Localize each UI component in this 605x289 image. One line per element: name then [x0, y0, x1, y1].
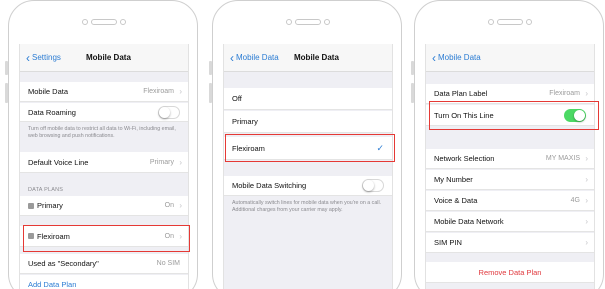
mobile-data-row[interactable]: Mobile Data Flexiroam ›: [20, 82, 188, 102]
camera-dot-icon: [286, 19, 292, 25]
chevron-right-icon: ›: [585, 196, 588, 205]
network-selection-row[interactable]: Network Selection MY MAXIS ›: [426, 149, 594, 169]
row-label: Data Roaming: [28, 107, 76, 117]
phone-frame-3: ‹ Mobile Data Data Plan Label Flexiroam …: [411, 0, 604, 289]
screen: ‹ Mobile Data Data Plan Label Flexiroam …: [425, 44, 595, 289]
navigation-bar: ‹ Settings Mobile Data: [20, 44, 188, 72]
highlight-box: [225, 134, 395, 162]
remove-data-plan-button[interactable]: Remove Data Plan: [479, 268, 542, 277]
chevron-right-icon: ›: [179, 157, 182, 167]
chevron-left-icon: ‹: [230, 50, 234, 65]
row-value: 4G: [570, 197, 580, 204]
navigation-bar: ‹ Mobile Data Mobile Data: [224, 44, 392, 72]
page-title: Mobile Data: [86, 53, 131, 62]
back-button[interactable]: ‹ Settings: [26, 50, 61, 65]
earpiece-icon: [295, 19, 321, 25]
navigation-bar: ‹ Mobile Data: [426, 44, 594, 72]
data-roaming-toggle[interactable]: [158, 105, 180, 119]
camera-dot-icon: [488, 19, 494, 25]
screen: ‹ Settings Mobile Data Mobile Data Flexi…: [19, 44, 189, 289]
option-label: Off: [232, 94, 242, 103]
screen: ‹ Mobile Data Mobile Data Off Primary Fl…: [223, 44, 393, 289]
chevron-right-icon: ›: [585, 89, 588, 98]
volume-button: [209, 61, 212, 75]
roaming-note: Turn off mobile data to restrict all dat…: [28, 126, 176, 139]
row-label: Mobile Data Switching: [232, 181, 307, 190]
volume-button: [5, 83, 8, 103]
option-label: Primary: [232, 117, 258, 126]
camera-dot-icon: [82, 19, 88, 25]
back-button[interactable]: ‹ Mobile Data: [230, 50, 279, 65]
volume-button: [411, 61, 414, 75]
highlight-box: [23, 225, 190, 252]
earpiece-icon: [91, 19, 117, 25]
row-value: Primary: [149, 158, 174, 166]
back-label: Settings: [32, 53, 61, 62]
back-label: Mobile Data: [236, 53, 279, 62]
sensor-dot-icon: [120, 19, 126, 25]
sensor-dot-icon: [526, 19, 532, 25]
sim-pin-row[interactable]: SIM PIN ›: [426, 233, 594, 253]
back-button[interactable]: ‹ Mobile Data: [432, 50, 481, 65]
plan-name: Primary: [37, 201, 63, 210]
add-data-plan-row[interactable]: Add Data Plan: [20, 275, 188, 289]
phone-frame-1: ‹ Settings Mobile Data Mobile Data Flexi…: [5, 0, 198, 289]
row-label: SIM PIN: [434, 238, 462, 247]
remove-data-plan-row[interactable]: Remove Data Plan: [426, 262, 594, 283]
page-title: Mobile Data: [294, 53, 339, 62]
row-label: My Number: [434, 175, 473, 184]
chevron-left-icon: ‹: [432, 50, 436, 65]
option-off[interactable]: Off: [224, 88, 392, 110]
section-header: DATA PLANS: [28, 187, 64, 193]
sensor-dot-icon: [324, 19, 330, 25]
row-value: Flexiroam: [143, 88, 174, 95]
chevron-right-icon: ›: [585, 217, 588, 226]
row-label: Network Selection: [434, 154, 495, 163]
chevron-right-icon: ›: [585, 238, 588, 247]
back-label: Mobile Data: [438, 53, 481, 62]
row-value: No SIM: [156, 260, 180, 267]
highlight-box: [429, 101, 599, 130]
mobile-data-network-row[interactable]: Mobile Data Network ›: [426, 212, 594, 232]
phone-frame-2: ‹ Mobile Data Mobile Data Off Primary Fl…: [209, 0, 402, 289]
row-value: Flexiroam: [549, 90, 580, 97]
volume-button: [411, 83, 414, 103]
default-voice-line-row[interactable]: Default Voice Line Primary ›: [20, 152, 188, 173]
sim-card-icon: [28, 202, 34, 209]
row-value: MY MAXIS: [545, 155, 580, 162]
chevron-right-icon: ›: [585, 175, 588, 184]
earpiece-icon: [497, 19, 523, 25]
chevron-left-icon: ‹: [26, 50, 30, 65]
data-roaming-row: Data Roaming: [20, 103, 188, 122]
mobile-data-switching-toggle[interactable]: [362, 179, 384, 192]
chevron-right-icon: ›: [585, 154, 588, 163]
row-label: Default Voice Line: [28, 157, 89, 167]
chevron-right-icon: ›: [179, 201, 182, 210]
row-label: Mobile Data: [28, 87, 69, 96]
row-label: Primary: [28, 201, 63, 210]
mobile-data-switching-row: Mobile Data Switching: [224, 176, 392, 196]
volume-button: [5, 61, 8, 75]
volume-button: [209, 83, 212, 103]
row-label: Used as "Secondary": [28, 259, 99, 268]
switching-note: Automatically switch lines for mobile da…: [232, 200, 382, 213]
add-data-plan-link[interactable]: Add Data Plan: [28, 280, 76, 289]
voice-data-row[interactable]: Voice & Data 4G ›: [426, 191, 594, 211]
my-number-row[interactable]: My Number ›: [426, 170, 594, 190]
chevron-right-icon: ›: [179, 87, 182, 96]
row-label: Voice & Data: [434, 196, 478, 205]
row-value: On: [164, 202, 174, 209]
row-label: Mobile Data Network: [434, 217, 504, 226]
plan-row-primary[interactable]: Primary On ›: [20, 196, 188, 216]
toggle-knob: [363, 180, 374, 191]
row-label: Data Plan Label: [434, 89, 488, 98]
option-primary[interactable]: Primary: [224, 111, 392, 133]
toggle-knob: [159, 106, 170, 118]
used-as-row: Used as "Secondary" No SIM: [20, 254, 188, 274]
